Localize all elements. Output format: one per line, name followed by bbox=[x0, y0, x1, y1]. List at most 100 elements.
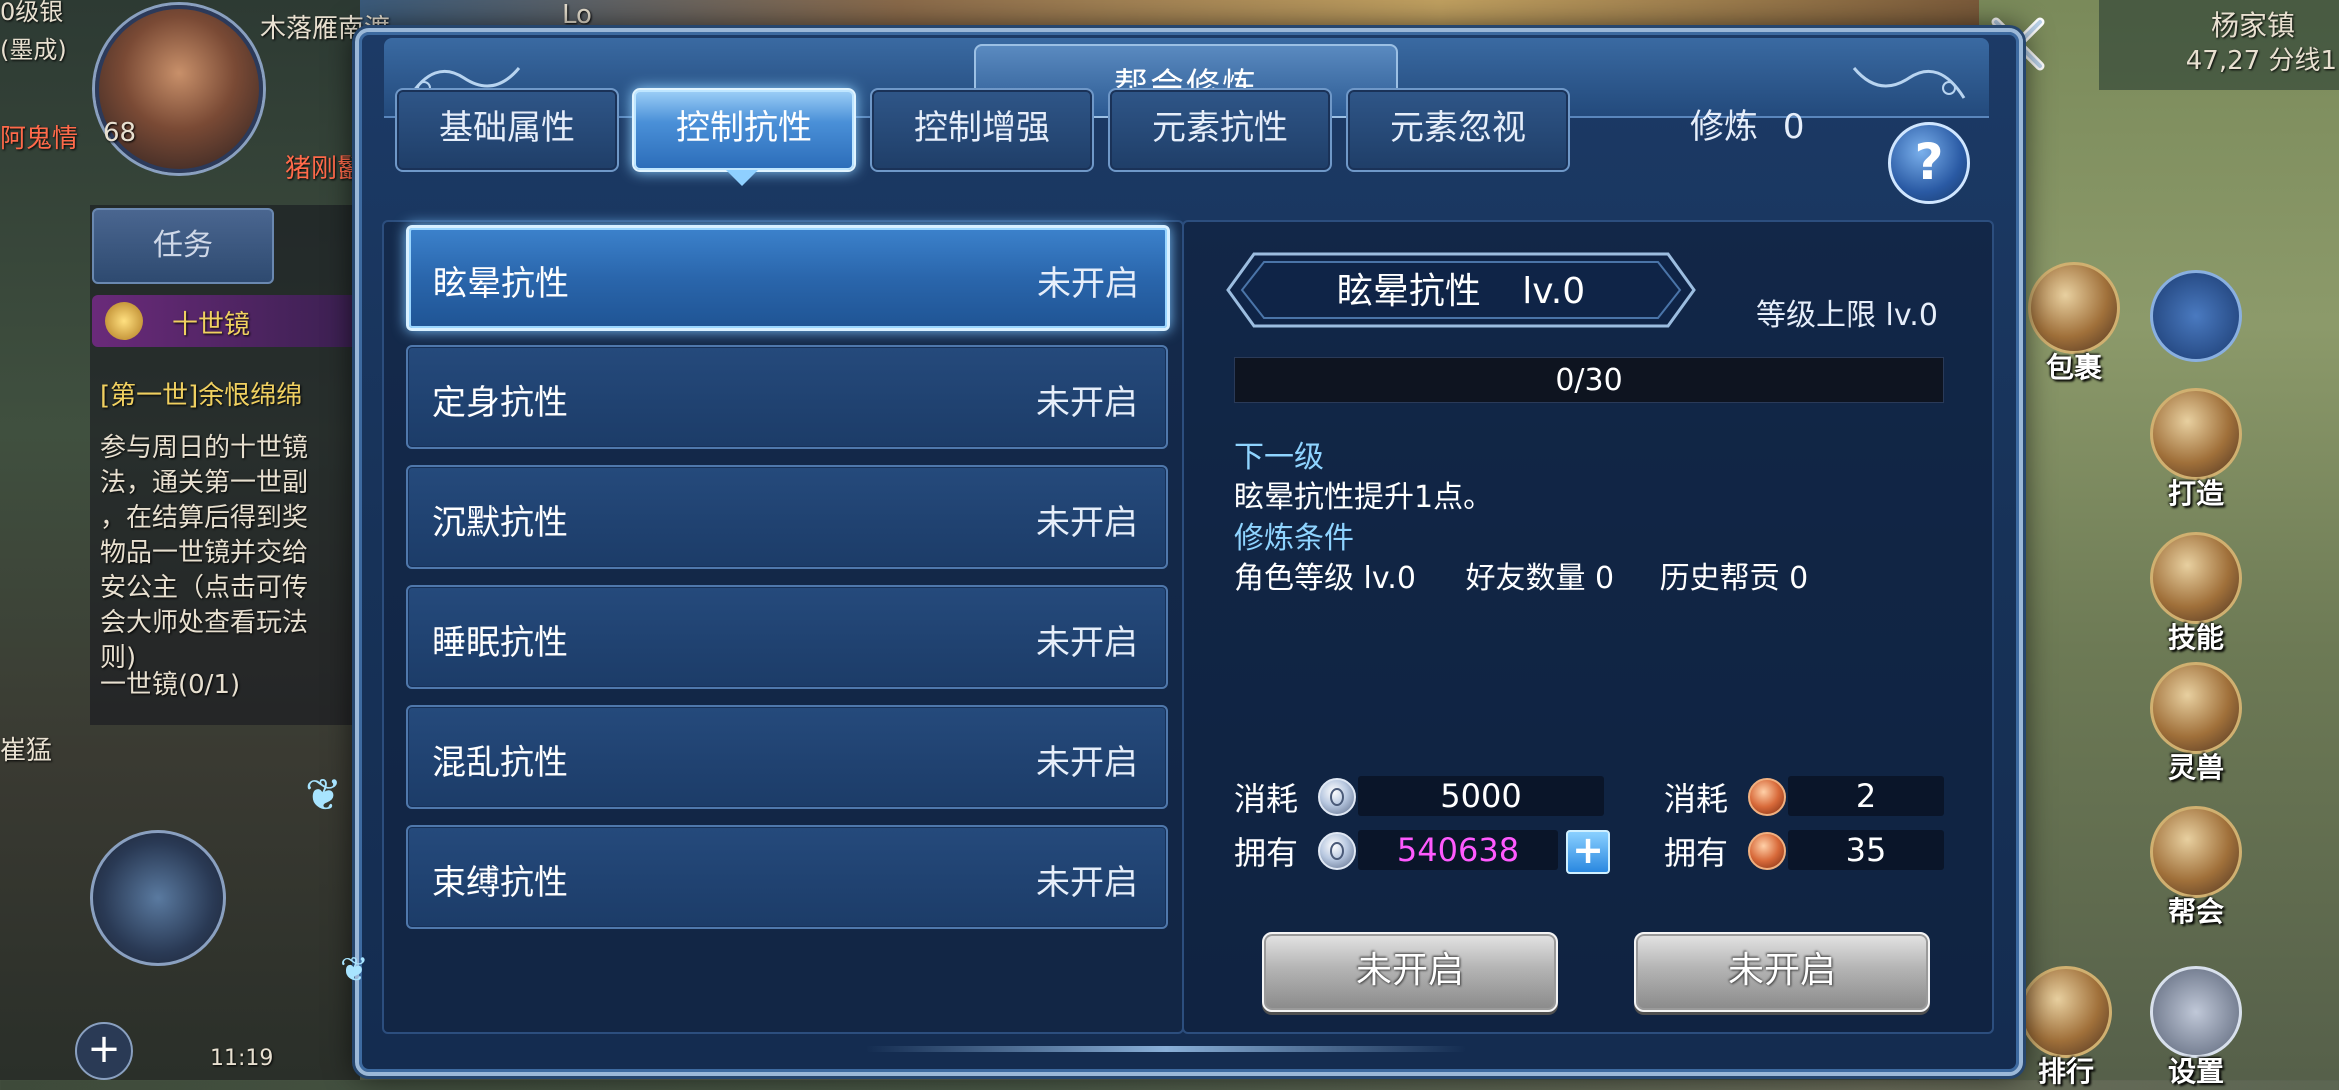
cross-icon bbox=[2150, 270, 2242, 362]
guild-icon bbox=[2150, 806, 2242, 898]
side-button-label: 帮会 bbox=[2167, 895, 2224, 928]
cultivation-value: 0 bbox=[1782, 107, 1805, 147]
side-button-label: 包裹 bbox=[2045, 351, 2102, 384]
tab-element-resistance[interactable]: 元素抗性 bbox=[1108, 88, 1332, 172]
list-item-status: 未开启 bbox=[1036, 863, 1138, 903]
copper-cultivate-button[interactable]: 未开启 bbox=[1634, 932, 1930, 1012]
side-button-label: 排行 bbox=[2037, 1055, 2094, 1088]
detail-panel bbox=[1182, 220, 1994, 1034]
companion-name: 猪刚鬣 bbox=[285, 154, 364, 184]
next-level-text: 眩晕抗性提升1点。 bbox=[1234, 480, 1494, 515]
quest-line: 安公主（点击可传 bbox=[100, 573, 309, 603]
list-item-status: 未开启 bbox=[1036, 383, 1138, 423]
silver-coin-icon bbox=[1318, 778, 1356, 816]
list-item-name: 沉默抗性 bbox=[432, 503, 568, 543]
quest-title: 十世镜 bbox=[172, 310, 251, 340]
list-item[interactable]: 沉默抗性 未开启 bbox=[406, 465, 1168, 569]
ranking-icon bbox=[2020, 966, 2112, 1058]
list-item-name: 定身抗性 bbox=[432, 383, 568, 423]
side-button-label: 设置 bbox=[2167, 1055, 2224, 1088]
silver-coin-icon bbox=[1318, 832, 1356, 870]
map-coords: 47,27 分线1 bbox=[2185, 46, 2337, 76]
quest-progress: 一世镜(0/1) bbox=[100, 670, 241, 700]
cond-friends: 好友数量 0 bbox=[1465, 561, 1615, 596]
skill-title: 眩晕抗性 lv.0 bbox=[1224, 262, 1698, 314]
butterfly-decoration-icon: ❦ bbox=[340, 950, 369, 990]
silver-cost-label: 消耗 bbox=[1234, 780, 1299, 818]
list-item-name: 眩晕抗性 bbox=[433, 264, 569, 304]
list-item-status: 未开启 bbox=[1036, 503, 1138, 543]
quest-line: 法，通关第一世副 bbox=[100, 468, 309, 498]
tab-control-enhance[interactable]: 控制增强 bbox=[870, 88, 1094, 172]
npc-name: 崔猛 bbox=[0, 736, 53, 766]
hammer-icon bbox=[2150, 388, 2242, 480]
copper-own-value: 35 bbox=[1788, 830, 1944, 870]
joystick[interactable] bbox=[90, 830, 226, 966]
active-tab-arrow-icon bbox=[726, 170, 758, 186]
progress-text: 0/30 bbox=[1555, 363, 1623, 398]
list-item-name: 混乱抗性 bbox=[432, 743, 568, 783]
silver-own-label: 拥有 bbox=[1234, 834, 1299, 872]
silver-own-value: 540638 bbox=[1358, 830, 1558, 870]
pet-button[interactable]: 灵兽 bbox=[2148, 662, 2244, 786]
conditions-row: 角色等级 lv.0 好友数量 0 历史帮贡 0 bbox=[1234, 553, 1808, 597]
expand-plus-button[interactable]: + bbox=[75, 1022, 133, 1080]
cultivation-progress-bar: 0/30 bbox=[1234, 357, 1944, 403]
quest-line: [第一世]余恨绵绵 bbox=[100, 381, 303, 411]
list-item[interactable]: 束缚抗性 未开启 bbox=[406, 825, 1168, 929]
next-level-heading: 下一级 bbox=[1234, 440, 1324, 475]
quest-line: 会大师处查看玩法 bbox=[100, 608, 309, 638]
list-item-name: 束缚抗性 bbox=[432, 863, 568, 903]
list-item[interactable]: 睡眠抗性 未开启 bbox=[406, 585, 1168, 689]
scroll-indicator bbox=[866, 1046, 1466, 1052]
clock: 11:19 bbox=[210, 1046, 274, 1071]
silver-cultivate-button[interactable]: 未开启 bbox=[1262, 932, 1558, 1012]
ranking-button[interactable]: 排行 bbox=[2018, 966, 2114, 1090]
list-item[interactable]: 眩晕抗性 未开启 bbox=[406, 225, 1170, 331]
forge-button[interactable]: 打造 bbox=[2148, 388, 2244, 512]
quest-line: ，在结算后得到奖 bbox=[100, 503, 309, 533]
list-item[interactable]: 定身抗性 未开启 bbox=[406, 345, 1168, 449]
list-item-status: 未开启 bbox=[1037, 264, 1139, 304]
tab-control-resistance[interactable]: 控制抗性 bbox=[632, 88, 856, 172]
tab-element-ignore[interactable]: 元素忽视 bbox=[1346, 88, 1570, 172]
hud-top-left-text: 0级银 bbox=[0, 0, 64, 26]
cond-contribution: 历史帮贡 0 bbox=[1659, 561, 1809, 596]
help-button[interactable]: ? bbox=[1888, 122, 1970, 204]
left-name: 阿鬼情 bbox=[0, 124, 79, 154]
butterfly-decoration-icon: ❦ bbox=[305, 770, 342, 821]
top-label: Lo bbox=[562, 0, 592, 30]
side-button-label: 技能 bbox=[2167, 621, 2224, 654]
bag-button[interactable]: 包裹 bbox=[2026, 262, 2122, 386]
pet-icon bbox=[2150, 662, 2242, 754]
skills-button[interactable]: 技能 bbox=[2148, 532, 2244, 656]
cultivation-points: 修炼 0 bbox=[1690, 93, 1804, 161]
tab-basic-attributes[interactable]: 基础属性 bbox=[395, 88, 619, 172]
settings-gear-icon bbox=[2150, 966, 2242, 1058]
copper-coin-icon bbox=[1748, 778, 1786, 816]
cultivation-label: 修炼 bbox=[1690, 107, 1758, 147]
silver-cost-value: 5000 bbox=[1358, 776, 1604, 816]
side-button-label: 打造 bbox=[2167, 477, 2224, 510]
guild-button[interactable]: 帮会 bbox=[2148, 806, 2244, 930]
ornament-right-icon bbox=[1852, 67, 1966, 99]
max-level: 等级上限 lv.0 bbox=[1756, 298, 1938, 333]
task-tab[interactable]: 任务 bbox=[92, 208, 274, 284]
player-level: 68 bbox=[103, 118, 137, 148]
close-side-button[interactable] bbox=[2148, 270, 2244, 362]
bag-icon bbox=[2028, 262, 2120, 354]
cond-role-level: 角色等级 lv.0 bbox=[1234, 561, 1416, 596]
list-item-status: 未开启 bbox=[1036, 743, 1138, 783]
copper-coin-icon bbox=[1748, 832, 1786, 870]
quest-line: 参与周日的十世镜 bbox=[100, 433, 309, 463]
list-item[interactable]: 混乱抗性 未开启 bbox=[406, 705, 1168, 809]
side-button-label: 灵兽 bbox=[2167, 751, 2224, 784]
map-name: 杨家镇 bbox=[2210, 9, 2295, 42]
skill-book-icon bbox=[2150, 532, 2242, 624]
add-silver-button[interactable]: + bbox=[1566, 830, 1610, 874]
hud-top-left-text2: (墨成) bbox=[0, 36, 67, 64]
settings-button[interactable]: 设置 bbox=[2148, 966, 2244, 1090]
copper-cost-label: 消耗 bbox=[1664, 780, 1729, 818]
skill-name: 眩晕抗性 bbox=[1336, 271, 1481, 312]
conditions-heading: 修炼条件 bbox=[1234, 521, 1354, 556]
